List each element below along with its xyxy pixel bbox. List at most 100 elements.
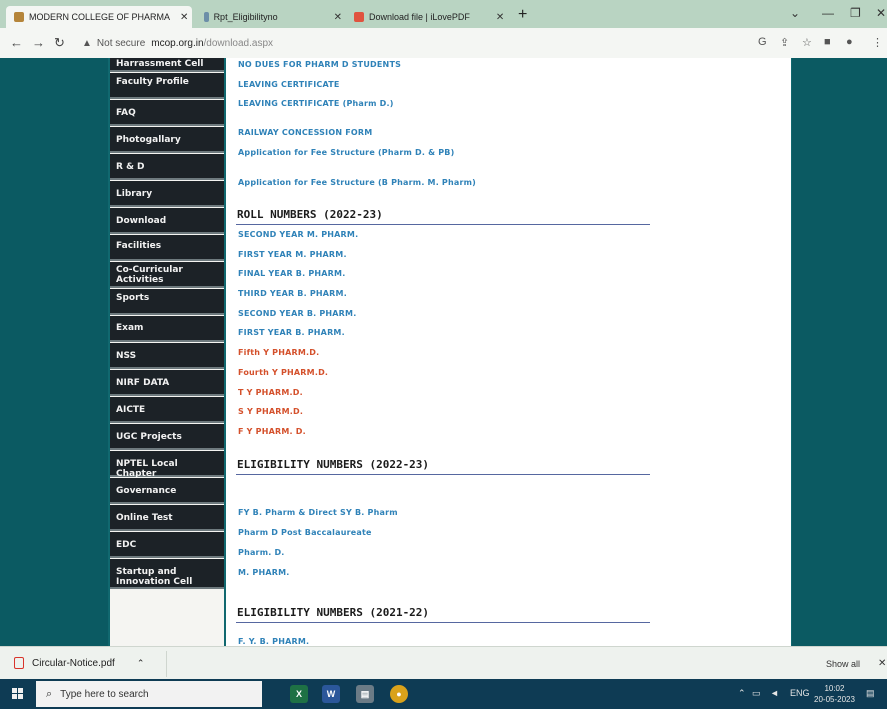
link-elig-fy-bpharm[interactable]: FY B. Pharm & Direct SY B. Pharm xyxy=(238,508,398,517)
menu-faculty-profile[interactable]: Faculty Profile xyxy=(110,73,224,99)
menu-kebab-icon[interactable]: ⋮ xyxy=(872,36,883,49)
download-filename: Circular-Notice.pdf xyxy=(32,657,115,669)
section-divider xyxy=(236,474,650,475)
link-roll-third-pharmd[interactable]: T Y PHARM.D. xyxy=(238,388,303,397)
chrome-icon[interactable]: ● xyxy=(390,685,408,703)
link-elig-pharmd[interactable]: Pharm. D. xyxy=(238,548,285,557)
security-label: Not secure xyxy=(96,37,146,49)
link-roll-final-year-bpharm[interactable]: FINAL YEAR B. PHARM. xyxy=(238,269,345,278)
divider xyxy=(166,651,167,677)
menu-governance[interactable]: Governance xyxy=(110,478,224,504)
profile-avatar-icon[interactable]: ● xyxy=(846,36,853,48)
tab-label: MODERN COLLEGE OF PHARMA xyxy=(29,12,171,22)
menu-r-and-d[interactable]: R & D xyxy=(110,154,224,180)
system-clock[interactable]: 10:02 20-05-2023 xyxy=(814,683,855,705)
new-tab-button[interactable]: + xyxy=(518,6,527,24)
volume-icon[interactable]: ◄ xyxy=(770,688,779,698)
link-elig-2021-fy-bpharm[interactable]: F. Y. B. PHARM. xyxy=(238,637,309,646)
download-item[interactable]: Circular-Notice.pdf ⌃ xyxy=(14,657,144,669)
network-icon[interactable]: ▭ xyxy=(752,688,761,699)
tab-search-chevron-icon[interactable]: ⌄ xyxy=(790,6,800,20)
windows-start-icon[interactable] xyxy=(12,688,24,700)
link-roll-first-pharmd[interactable]: F Y PHARM. D. xyxy=(238,427,306,436)
menu-facilities[interactable]: Facilities xyxy=(110,235,224,261)
menu-edc[interactable]: EDC xyxy=(110,532,224,558)
page-border-left xyxy=(0,58,108,646)
menu-harassment-cell[interactable]: Harrassment Cell xyxy=(110,58,224,72)
sidepanel-icon[interactable]: ■ xyxy=(824,36,831,48)
link-no-dues-pharmd[interactable]: NO DUES FOR PHARM D STUDENTS xyxy=(238,60,401,69)
menu-nptel-local-chapter[interactable]: NPTEL Local Chapter xyxy=(110,451,224,479)
page-favicon-icon xyxy=(204,12,209,22)
link-fee-structure-pharmd[interactable]: Application for Fee Structure (Pharm D. … xyxy=(238,148,454,157)
google-icon[interactable]: G xyxy=(758,36,767,48)
menu-nss[interactable]: NSS xyxy=(110,343,224,369)
forward-icon[interactable]: → xyxy=(32,35,45,50)
tab-close-icon[interactable]: ✕ xyxy=(334,12,342,23)
minimize-icon[interactable]: — xyxy=(822,6,834,20)
reload-icon[interactable]: ↻ xyxy=(54,35,65,51)
menu-exam[interactable]: Exam xyxy=(110,316,224,342)
tab-label: Rpt_Eligibilityno xyxy=(213,12,278,22)
link-elig-pharmd-pb[interactable]: Pharm D Post Baccalaureate xyxy=(238,528,372,537)
notifications-icon[interactable]: ▤ xyxy=(866,688,875,699)
menu-aicte[interactable]: AICTE xyxy=(110,397,224,423)
link-leaving-certificate-pharmd[interactable]: LEAVING CERTIFICATE (Pharm D.) xyxy=(238,99,394,108)
menu-download[interactable]: Download xyxy=(110,208,224,234)
link-roll-first-year-bpharm[interactable]: FIRST YEAR B. PHARM. xyxy=(238,328,345,337)
restore-icon[interactable]: ❐ xyxy=(850,6,861,20)
excel-icon[interactable]: X xyxy=(290,685,308,703)
browser-tab-strip: MODERN COLLEGE OF PHARMA ✕ Rpt_Eligibili… xyxy=(0,0,887,28)
address-bar-row: ← → ↻ ▲ Not secure mcop.org.in/download.… xyxy=(0,28,887,58)
tab-ilovepdf[interactable]: Download file | iLovePDF ✕ xyxy=(346,6,512,28)
link-roll-fourth-pharmd[interactable]: Fourth Y PHARM.D. xyxy=(238,368,328,377)
menu-nirf-data[interactable]: NIRF DATA xyxy=(110,370,224,396)
link-elig-mpharm[interactable]: M. PHARM. xyxy=(238,568,290,577)
chevron-up-icon[interactable]: ⌃ xyxy=(137,658,145,669)
url-host: mcop.org.in xyxy=(151,37,204,49)
link-roll-first-year-mpharm[interactable]: FIRST YEAR M. PHARM. xyxy=(238,250,347,259)
clock-date: 20-05-2023 xyxy=(814,695,855,704)
menu-online-test[interactable]: Online Test xyxy=(110,505,224,531)
file-explorer-icon[interactable]: ▤ xyxy=(356,685,374,703)
link-roll-second-pharmd[interactable]: S Y PHARM.D. xyxy=(238,407,303,416)
menu-co-curricular[interactable]: Co-Curricular Activities xyxy=(110,262,224,288)
tab-label: Download file | iLovePDF xyxy=(369,12,470,22)
page-border-right xyxy=(792,58,887,646)
link-roll-third-year-bpharm[interactable]: THIRD YEAR B. PHARM. xyxy=(238,289,347,298)
link-roll-second-year-mpharm[interactable]: SECOND YEAR M. PHARM. xyxy=(238,230,358,239)
menu-library[interactable]: Library xyxy=(110,181,224,207)
link-roll-fifth-pharmd[interactable]: Fifth Y PHARM.D. xyxy=(238,348,319,357)
menu-photogallery[interactable]: Photogallary xyxy=(110,127,224,153)
close-window-icon[interactable]: ✕ xyxy=(876,6,886,20)
back-icon[interactable]: ← xyxy=(10,35,23,50)
show-all-button[interactable]: Show all xyxy=(826,659,860,669)
menu-sports[interactable]: Sports xyxy=(110,289,224,315)
url-field[interactable]: ▲ Not secure mcop.org.in/download.aspx xyxy=(82,33,742,53)
tray-chevron-icon[interactable]: ⌃ xyxy=(738,688,746,699)
search-placeholder: Type here to search xyxy=(60,688,149,700)
language-indicator[interactable]: ENG xyxy=(790,688,810,698)
tab-close-icon[interactable]: ✕ xyxy=(496,12,504,23)
roll-numbers-heading: ROLL NUMBERS (2022-23) xyxy=(237,208,383,221)
search-icon: ⌕ xyxy=(46,687,53,700)
tab-close-icon[interactable]: ✕ xyxy=(180,12,188,23)
bookmark-star-icon[interactable]: ☆ xyxy=(802,36,812,49)
menu-ugc-projects[interactable]: UGC Projects xyxy=(110,424,224,450)
close-download-bar-icon[interactable]: ✕ xyxy=(878,658,886,669)
download-bar: Circular-Notice.pdf ⌃ Show all ✕ xyxy=(0,646,887,679)
menu-startup-innovation[interactable]: Startup and Innovation Cell xyxy=(110,559,224,589)
tab-modern-college[interactable]: MODERN COLLEGE OF PHARMA ✕ xyxy=(6,6,192,28)
tab-rpt-eligibility[interactable]: Rpt_Eligibilityno ✕ xyxy=(196,6,342,28)
share-icon[interactable]: ⇪ xyxy=(780,36,789,49)
url-path: /download.aspx xyxy=(203,37,274,49)
word-icon[interactable]: W xyxy=(322,685,340,703)
ilovepdf-favicon-icon xyxy=(354,12,364,22)
link-fee-structure-bpharm[interactable]: Application for Fee Structure (B Pharm. … xyxy=(238,178,476,187)
link-railway-concession[interactable]: RAILWAY CONCESSION FORM xyxy=(238,128,372,137)
link-roll-second-year-bpharm[interactable]: SECOND YEAR B. PHARM. xyxy=(238,309,356,318)
menu-faq[interactable]: FAQ xyxy=(110,100,224,126)
section-divider xyxy=(236,224,650,225)
link-leaving-certificate[interactable]: LEAVING CERTIFICATE xyxy=(238,80,340,89)
taskbar-search-input[interactable]: ⌕ Type here to search xyxy=(36,681,262,707)
